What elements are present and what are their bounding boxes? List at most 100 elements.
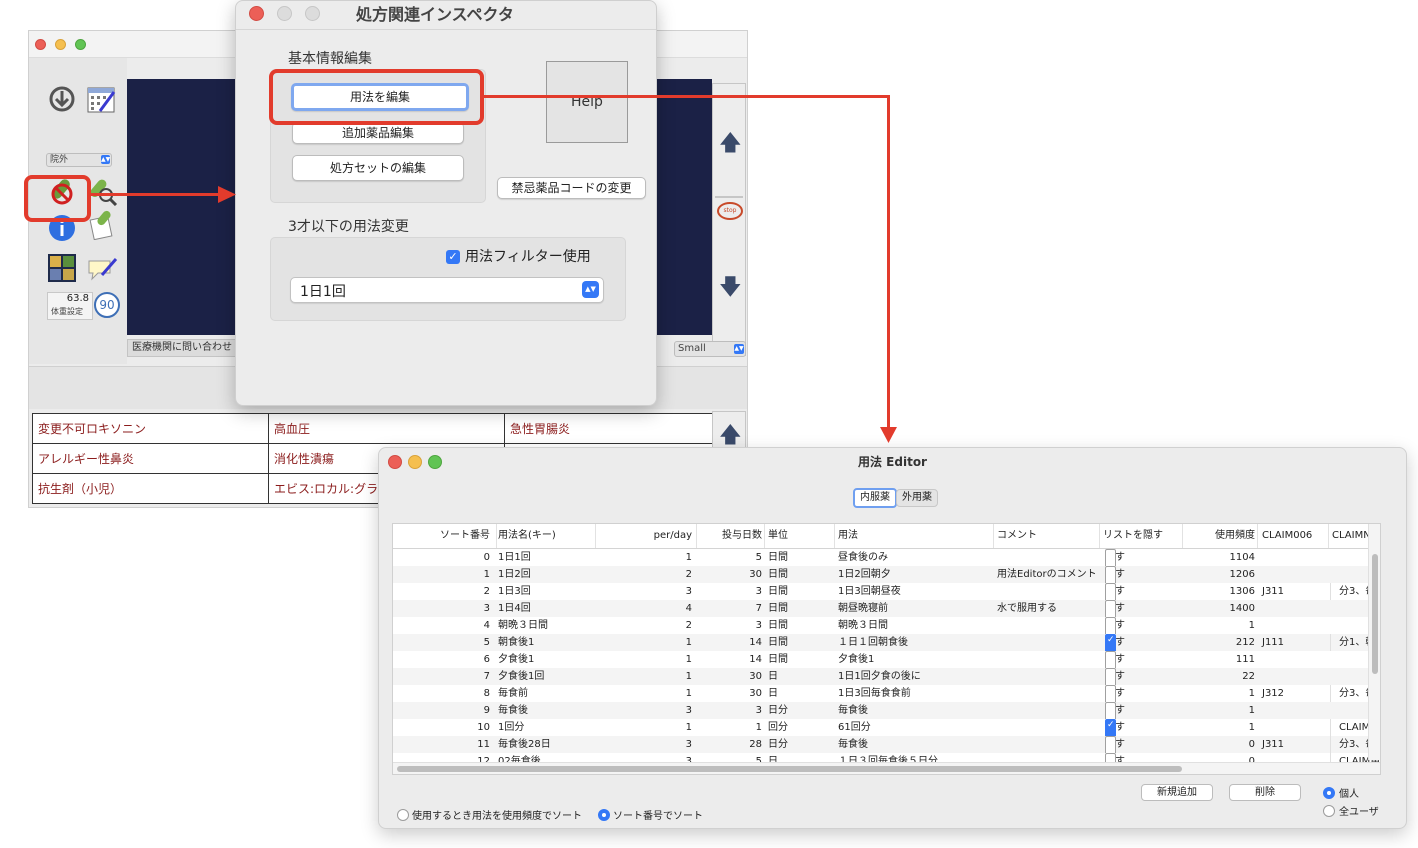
weight-label: 体重設定 <box>51 307 83 316</box>
vertical-scroll-thumb[interactable] <box>1372 554 1378 674</box>
cell-freq: 212 <box>1235 637 1255 648</box>
col-usage[interactable]: 用法 <box>836 524 994 548</box>
radio-sort-number[interactable] <box>598 809 610 821</box>
hide-checkbox[interactable] <box>1105 600 1116 617</box>
col-comment[interactable]: コメント <box>995 524 1100 548</box>
grid-cell[interactable]: 高血圧 <box>268 413 505 444</box>
hide-checkbox[interactable] <box>1105 549 1116 566</box>
grid-cell[interactable]: アレルギー性鼻炎 <box>32 443 269 474</box>
stamp-icon[interactable]: stop <box>717 202 743 220</box>
cell-days: 5 <box>755 552 762 563</box>
editor-title: 用法 Editor <box>858 455 927 469</box>
help-box[interactable]: Help <box>546 61 628 143</box>
zoom-button[interactable] <box>305 6 320 21</box>
add-new-button[interactable]: 新規追加 <box>1141 784 1213 801</box>
hide-checkbox[interactable] <box>1105 719 1116 736</box>
cell-name: 毎食前 <box>498 688 528 699</box>
grid-cell[interactable]: 急性胃腸炎 <box>504 413 741 444</box>
col-hide[interactable]: リストを隠す <box>1101 524 1183 548</box>
cell-days: 3 <box>755 705 762 716</box>
table-row[interactable]: 5朝食後1114日間１日１回朝食後隠す212J111分1、朝 <box>393 634 1380 651</box>
forbidden-code-button[interactable]: 禁忌薬品コードの変更 <box>497 177 646 199</box>
cell-unit: 日間 <box>768 603 788 614</box>
arrow-down-icon[interactable]: 🡇 <box>719 270 742 308</box>
hide-checkbox[interactable] <box>1105 634 1116 651</box>
horizontal-scroll-thumb[interactable] <box>397 766 1182 772</box>
cell-usage: 朝晩３日間 <box>838 620 888 631</box>
table-row[interactable]: 1 1日2回 2 30 日間 1日2回朝夕 用法Editorのコメント隠す 1206 <box>393 566 1380 583</box>
grid-cell[interactable]: 変更不可ロキソニン <box>32 413 269 444</box>
table-row[interactable]: 7 夕食後1回 1 30 日 1日1回夕食の後に 隠す 22 <box>393 668 1380 685</box>
table-row[interactable]: 0 1日1回 1 5 日間 昼食後のみ 隠す 1104 <box>393 549 1380 566</box>
usage-select[interactable]: 1日1回 ▲▼ <box>290 277 604 303</box>
table-row[interactable]: 8毎食前130日1日3回毎食食前隠す1J312分3、毎 <box>393 685 1380 702</box>
col-frequency[interactable]: 使用頻度 <box>1184 524 1258 548</box>
hide-checkbox[interactable] <box>1105 651 1116 668</box>
col-days[interactable]: 投与日数 <box>696 524 765 548</box>
hide-checkbox[interactable] <box>1105 583 1116 600</box>
cell-freq: 1 <box>1248 688 1255 699</box>
radio-personal-label: 個人 <box>1339 789 1359 800</box>
size-popup[interactable]: Small ▲▼ <box>674 341 746 357</box>
cell-usage: 毎食後 <box>838 705 868 716</box>
cell-comment: 用法Editorのコメント <box>997 569 1097 580</box>
minimize-button[interactable] <box>55 39 66 50</box>
filter-checkbox[interactable]: ✓ 用法フィルター使用 <box>446 246 591 266</box>
close-button[interactable] <box>35 39 46 50</box>
filter-checkbox-label: 用法フィルター使用 <box>465 249 591 265</box>
table-row[interactable]: 4 朝晩３日間 2 3 日間 朝晩３日間 隠す 1 <box>393 617 1380 634</box>
close-button[interactable] <box>249 6 264 21</box>
hide-checkbox-cell: 隠す <box>1101 719 1184 736</box>
hide-checkbox[interactable] <box>1105 736 1116 753</box>
delete-button[interactable]: 削除 <box>1229 784 1301 801</box>
table-row[interactable]: 9 毎食後 3 3 日分 毎食後 隠す 1 <box>393 702 1380 719</box>
col-name-key[interactable]: 用法名(キー) <box>496 524 596 548</box>
arrow-line <box>484 95 890 98</box>
chevron-down-icon: ⌵ <box>479 531 486 541</box>
arrow-up-icon[interactable]: 🡅 <box>719 126 742 164</box>
arrow-head-down-icon <box>880 427 897 443</box>
segment-external[interactable]: 外用薬 <box>896 489 938 507</box>
table-row[interactable]: 11毎食後28日328日分毎食後隠す0J311分3、毎 <box>393 736 1380 753</box>
hide-checkbox[interactable] <box>1105 702 1116 719</box>
col-unit[interactable]: 単位 <box>766 524 835 548</box>
mode-popup[interactable]: 院外 ▲▼ <box>46 153 112 167</box>
notepad-pill-icon[interactable] <box>88 210 118 240</box>
col-claim006[interactable]: CLAIM006 <box>1260 524 1329 548</box>
table-row[interactable]: 6 夕食後1 1 14 日間 夕食後1 隠す 111 <box>393 651 1380 668</box>
cell-claim: J312 <box>1262 688 1285 699</box>
cell-comment <box>995 668 1099 685</box>
radio-all-users[interactable] <box>1323 805 1335 817</box>
photo-grid-icon[interactable] <box>47 253 77 283</box>
cell-name: 毎食後 <box>498 705 528 716</box>
hide-checkbox[interactable] <box>1105 566 1116 583</box>
refresh-download-icon[interactable] <box>47 84 77 114</box>
col-per-day[interactable]: per/day <box>596 524 697 548</box>
table-row[interactable]: 21日3回33日間1日3回朝昼夜隠す1306J311分3、毎 <box>393 583 1380 600</box>
minimize-button[interactable] <box>277 6 292 21</box>
radio-personal[interactable] <box>1323 787 1335 799</box>
segment-internal[interactable]: 内服薬 <box>853 488 897 508</box>
comment-edit-icon[interactable] <box>86 253 118 283</box>
table-row[interactable]: 3 1日4回 4 7 日間 朝昼晩寝前 水で服用する 隠す 1400 <box>393 600 1380 617</box>
table-row[interactable]: 101回分11回分61回分隠す1CLAIM用 <box>393 719 1380 736</box>
weight-box[interactable]: 63.8 体重設定 <box>47 292 93 320</box>
zoom-button[interactable] <box>75 39 86 50</box>
add-drug-button[interactable]: 追加薬品編集 <box>292 122 464 144</box>
age-badge[interactable]: 90 <box>94 292 120 318</box>
radio-sort-frequency[interactable] <box>397 809 409 821</box>
rx-set-button[interactable]: 処方セットの編集 <box>292 155 464 181</box>
grid-cell[interactable]: 抗生剤（小児） <box>32 473 269 504</box>
hide-checkbox[interactable] <box>1105 685 1116 702</box>
hide-checkbox[interactable] <box>1105 668 1116 685</box>
hide-checkbox[interactable] <box>1105 617 1116 634</box>
horizontal-scrollbar[interactable] <box>393 762 1380 774</box>
cell-no: 9 <box>483 705 490 716</box>
section-basic-title: 基本情報編集 <box>288 51 372 67</box>
cell-comment <box>995 685 1099 702</box>
weight-value: 63.8 <box>66 293 89 304</box>
vertical-scrollbar[interactable] <box>1368 524 1380 760</box>
cell-usage: 1日3回毎食食前 <box>838 688 911 699</box>
cell-freq: 0 <box>1248 739 1255 750</box>
calendar-edit-icon[interactable] <box>86 84 118 114</box>
